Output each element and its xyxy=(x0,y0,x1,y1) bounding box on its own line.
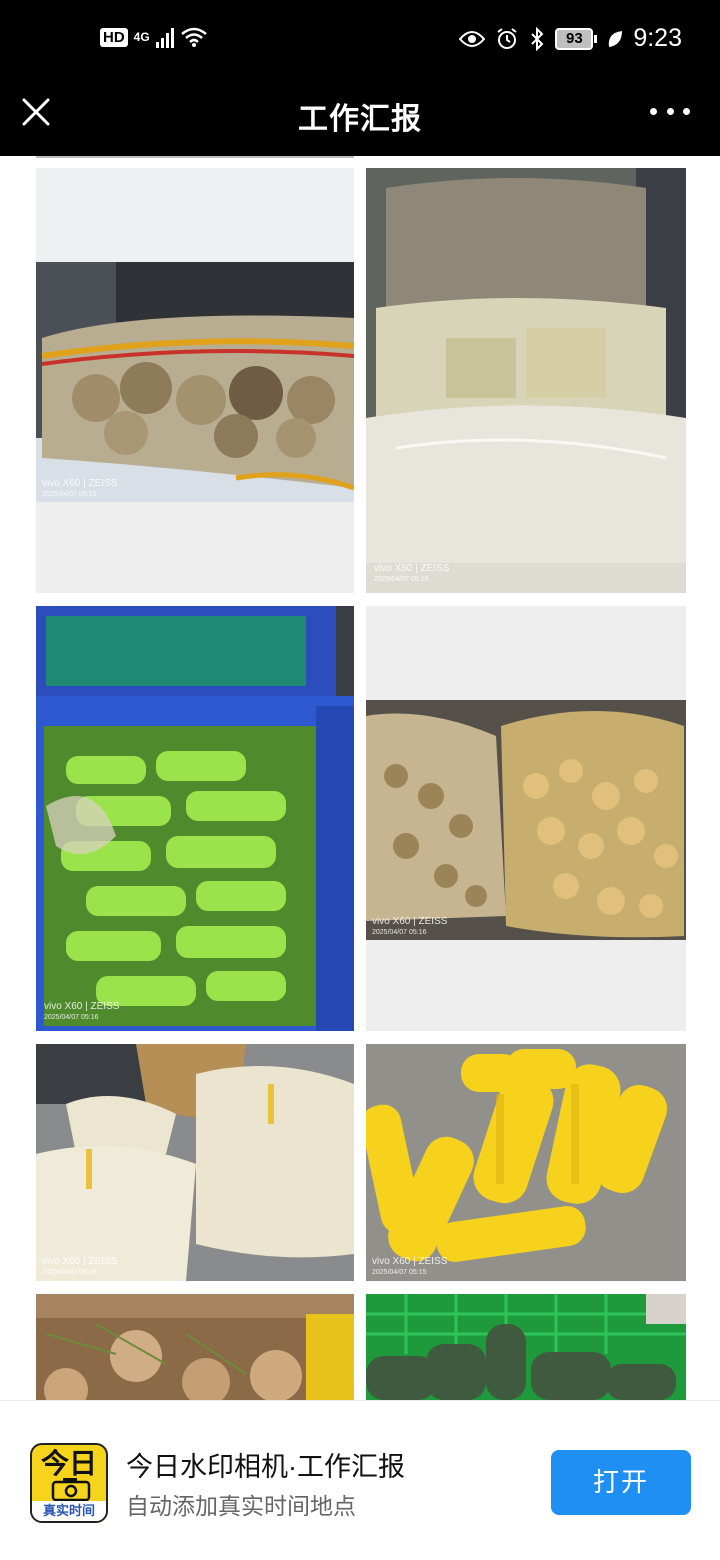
more-options-button[interactable] xyxy=(650,96,690,126)
app-promo-banner[interactable]: 今日 真实时间 今日水印相机·工作汇报 自动添加真实时间地点 打开 xyxy=(0,1400,720,1560)
photo-image xyxy=(36,1044,354,1281)
battery-icon: 93 xyxy=(555,27,598,50)
alarm-icon xyxy=(497,27,517,49)
photo-sweet-corn[interactable]: vivo X60 | ZEISS 2025/04/07 05:15 xyxy=(366,1044,686,1281)
photo-image xyxy=(366,1294,686,1400)
photo-image xyxy=(366,606,686,1031)
signal-icon xyxy=(155,26,174,48)
clock: 9:23 xyxy=(633,24,682,52)
app-logo-text: 今日 xyxy=(40,1448,97,1479)
app-logo-tagline: 真实时间 xyxy=(32,1501,106,1521)
eye-icon xyxy=(459,30,486,47)
photo-watermark: vivo X60 | ZEISS 2025/04/07 05:15 xyxy=(374,563,450,583)
photo-corn-kernels[interactable]: vivo X60 | ZEISS 2025/04/07 05:16 xyxy=(36,1044,354,1281)
photo-image xyxy=(36,606,354,1031)
title-bar: 工作汇报 xyxy=(0,84,720,156)
leaf-icon xyxy=(609,30,623,47)
photo-tofu-puffs[interactable]: vivo X60 | ZEISS 2025/04/07 05:16 xyxy=(366,606,686,1031)
photo-watermark: vivo X60 | ZEISS 2025/04/07 05:16 xyxy=(372,916,448,936)
photo-bagged-produce[interactable]: vivo X60 | ZEISS 2025/04/07 05:15 xyxy=(366,168,686,593)
photo-watermark: vivo X60 | ZEISS 2025/04/07 05:16 xyxy=(42,1256,118,1276)
status-right: 93 9:23 xyxy=(459,24,682,53)
battery-level: 93 xyxy=(555,27,594,50)
more-dot-icon xyxy=(650,107,657,115)
photo-cucumbers[interactable] xyxy=(366,1294,686,1400)
photo-image xyxy=(366,1044,686,1281)
photo-watermark: vivo X60 | ZEISS 2025/04/07 05:15 xyxy=(42,478,118,498)
photo-image xyxy=(36,168,354,593)
photo-image xyxy=(366,168,686,593)
hd-badge: HD xyxy=(100,27,128,47)
divider xyxy=(36,156,354,158)
photo-potatoes-bag[interactable]: vivo X60 | ZEISS 2025/04/07 05:15 xyxy=(36,168,354,593)
photo-potatoes-box[interactable] xyxy=(36,1294,354,1400)
photo-watermark: vivo X60 | ZEISS 2025/04/07 05:16 xyxy=(44,1001,120,1021)
banner-title: 今日水印相机·工作汇报 xyxy=(126,1452,405,1482)
app-logo[interactable]: 今日 真实时间 xyxy=(30,1443,108,1523)
wifi-icon xyxy=(180,27,207,47)
network-type: 4G xyxy=(133,30,150,44)
photo-feed[interactable]: vivo X60 | ZEISS 2025/04/07 05:15 vivo X6… xyxy=(0,156,720,1400)
open-app-button[interactable]: 打开 xyxy=(551,1450,691,1515)
banner-subtitle: 自动添加真实时间地点 xyxy=(126,1493,356,1519)
photo-image xyxy=(36,1294,354,1400)
status-bar: HD 4G 93 9:23 xyxy=(0,0,720,84)
page-title: 工作汇报 xyxy=(298,103,422,136)
camera-icon xyxy=(51,1478,91,1501)
more-dot-icon xyxy=(666,107,674,115)
photo-watermark: vivo X60 | ZEISS 2025/04/07 05:15 xyxy=(372,1256,448,1276)
more-dot-icon xyxy=(683,107,690,115)
status-left: HD 4G xyxy=(100,26,208,48)
photo-green-peppers[interactable]: vivo X60 | ZEISS 2025/04/07 05:16 xyxy=(36,606,354,1031)
bluetooth-icon xyxy=(531,26,544,51)
